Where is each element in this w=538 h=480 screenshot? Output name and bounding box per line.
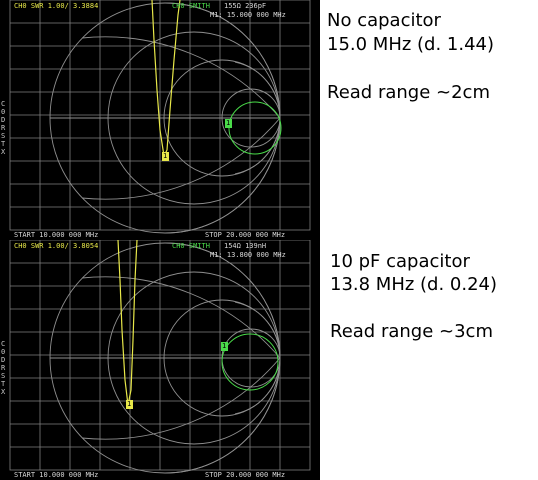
ch0-swr-label-top: CH0 SWR 1.00/ 3.3884 — [14, 2, 99, 10]
smith-value-bottom: 154Ω 139nH — [224, 242, 267, 250]
marker-glyph-smith-top: 1 — [226, 119, 231, 127]
start-frequency-bottom: START 10.000 000 MHz — [14, 471, 99, 479]
smith-chart-bottom — [49, 242, 281, 474]
caption-bottom-line1: 10 pF capacitor — [330, 251, 470, 272]
stop-frequency-bottom: STOP 20.000 000 MHz — [205, 471, 286, 479]
grid-top — [9, 0, 311, 231]
caption-bottom-line3: Read range ~3cm — [330, 321, 493, 342]
caption-top-line3: Read range ~2cm — [327, 82, 490, 103]
side-labels-bottom: C0 D R S T X — [1, 340, 6, 396]
stop-frequency-top: STOP 20.000 000 MHz — [205, 231, 286, 239]
marker-glyph-smith-bottom: 1 — [222, 342, 227, 350]
ch0-smith-label-top: CH0 SMITH — [172, 2, 210, 10]
caption-top-line2: 15.0 MHz (d. 1.44) — [327, 34, 495, 55]
start-frequency-top: START 10.000 000 MHz — [14, 231, 99, 239]
side-labels-top: C0 D R S T X — [1, 100, 6, 156]
smith-trace-top — [228, 101, 282, 155]
vna-plot-bottom — [9, 240, 311, 474]
ch0-smith-label-bottom: CH0 SMITH — [172, 242, 210, 250]
smith-value-top: 155Ω 236pF — [224, 2, 267, 10]
marker-readout-bottom: M1: 13.800 000 MHz — [210, 251, 286, 259]
caption-top-line1: No capacitor — [327, 10, 441, 31]
vna-screen-bottom: CH0 SWR 1.00/ 3.8054 CH0 SMITH 154Ω 139n… — [0, 240, 320, 480]
caption-bottom-line2: 13.8 MHz (d. 0.24) — [330, 274, 498, 295]
vna-screen-top: CH0 SWR 1.00/ 3.3884 CH0 SMITH 155Ω 236p… — [0, 0, 320, 240]
swr-trace-bottom — [117, 240, 138, 406]
ch0-swr-label-bottom: CH0 SWR 1.00/ 3.8054 — [14, 242, 99, 250]
marker-readout-top: M1: 15.000 000 MHz — [210, 11, 286, 19]
smith-chart-top — [49, 2, 281, 234]
marker-glyph-swr-top: 1 — [163, 152, 168, 160]
vna-plot-top — [9, 0, 311, 234]
marker-glyph-swr-bottom: 1 — [127, 400, 132, 408]
grid-bottom — [9, 240, 311, 471]
